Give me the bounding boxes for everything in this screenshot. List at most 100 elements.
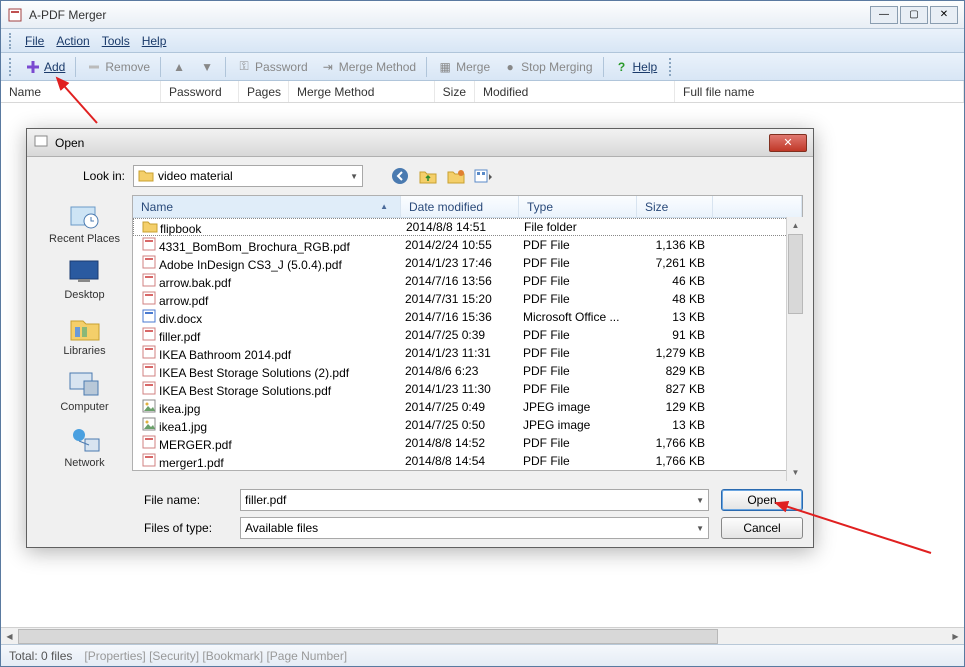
files-of-type-combo[interactable]: Available files ▼ — [240, 517, 709, 539]
col-modified[interactable]: Modified — [475, 81, 675, 102]
file-name-combo[interactable]: filler.pdf ▼ — [240, 489, 709, 511]
col-password[interactable]: Password — [161, 81, 239, 102]
file-list[interactable]: flipbook2014/8/8 14:51File folder4331_Bo… — [133, 218, 802, 470]
close-button[interactable]: ✕ — [930, 6, 958, 24]
merge-icon: ▦ — [437, 59, 453, 75]
separator — [426, 57, 427, 77]
move-up-button[interactable]: ▲ — [167, 57, 191, 77]
scroll-up-icon[interactable]: ▲ — [787, 217, 804, 234]
folder-icon — [142, 219, 158, 233]
header-type[interactable]: Type — [519, 196, 637, 217]
doc-icon — [141, 309, 157, 323]
vertical-scrollbar[interactable]: ▲ ▼ — [786, 217, 803, 481]
maximize-button[interactable]: ▢ — [900, 6, 928, 24]
dialog-close-button[interactable]: ✕ — [769, 134, 807, 152]
file-row[interactable]: filler.pdf2014/7/25 0:39PDF File91 KB — [133, 326, 802, 344]
bottom-fields: File name: filler.pdf ▼ Files of type: A… — [144, 489, 709, 539]
remove-button[interactable]: Remove — [82, 57, 154, 77]
toolbar: Add Remove ▲ ▼ ⚿ Password ⇥ Merge Method… — [1, 53, 964, 81]
look-in-dropdown[interactable]: video material ▼ — [133, 165, 363, 187]
file-row[interactable]: IKEA Best Storage Solutions (2).pdf2014/… — [133, 362, 802, 380]
up-folder-button[interactable] — [417, 165, 439, 187]
merge-button[interactable]: ▦ Merge — [433, 57, 494, 77]
password-button[interactable]: ⚿ Password — [232, 57, 312, 77]
titlebar: A-PDF Merger — ▢ ✕ — [1, 1, 964, 29]
file-row[interactable]: flipbook2014/8/8 14:51File folder — [133, 218, 802, 236]
file-row[interactable]: div.docx2014/7/16 15:36Microsoft Office … — [133, 308, 802, 326]
file-row[interactable]: IKEA Best Storage Solutions.pdf2014/1/23… — [133, 380, 802, 398]
file-row[interactable]: IKEA Bathroom 2014.pdf2014/1/23 11:31PDF… — [133, 344, 802, 362]
look-in-row: Look in: video material ▼ — [37, 165, 803, 187]
col-full-file-name[interactable]: Full file name — [675, 81, 964, 102]
stop-merging-button[interactable]: ● Stop Merging — [498, 57, 596, 77]
img-icon — [141, 417, 157, 431]
back-button[interactable] — [389, 165, 411, 187]
place-computer[interactable]: Computer — [58, 367, 110, 415]
pdf-icon — [141, 363, 157, 377]
place-recent[interactable]: Recent Places — [47, 199, 122, 247]
libraries-icon — [67, 313, 103, 343]
col-size[interactable]: Size — [435, 81, 475, 102]
file-row[interactable]: ikea1.jpg2014/7/25 0:50JPEG image13 KB — [133, 416, 802, 434]
file-row[interactable]: arrow.pdf2014/7/31 15:20PDF File48 KB — [133, 290, 802, 308]
new-folder-button[interactable] — [445, 165, 467, 187]
file-row[interactable]: arrow.bak.pdf2014/7/16 13:56PDF File46 K… — [133, 272, 802, 290]
pdf-icon — [141, 273, 157, 287]
menu-file[interactable]: File — [19, 32, 50, 50]
scroll-left-icon[interactable]: ◀ — [1, 628, 18, 645]
dialog-body: Look in: video material ▼ Recent Places — [27, 157, 813, 547]
view-menu-button[interactable] — [473, 165, 495, 187]
scroll-down-icon[interactable]: ▼ — [787, 464, 804, 481]
place-desktop[interactable]: Desktop — [62, 255, 106, 303]
place-network[interactable]: Network — [62, 423, 106, 471]
header-size[interactable]: Size — [637, 196, 713, 217]
scroll-right-icon[interactable]: ▶ — [947, 628, 964, 645]
places-bar: Recent Places Desktop Libraries Computer… — [37, 195, 132, 481]
file-row[interactable]: 4331_BomBom_Brochura_RGB.pdf2014/2/24 10… — [133, 236, 802, 254]
col-name[interactable]: Name — [1, 81, 161, 102]
add-button[interactable]: Add — [21, 57, 69, 77]
file-row[interactable]: MERGER.pdf2014/8/8 14:52PDF File1,766 KB — [133, 434, 802, 452]
merge-method-button[interactable]: ⇥ Merge Method — [316, 57, 420, 77]
bottom-rows: File name: filler.pdf ▼ Files of type: A… — [37, 489, 803, 539]
menu-action[interactable]: Action — [50, 32, 95, 50]
scroll-thumb[interactable] — [788, 234, 803, 314]
folder-icon — [138, 168, 154, 185]
file-row[interactable]: merger1.pdf2014/8/8 14:54PDF File1,766 K… — [133, 452, 802, 470]
scroll-thumb[interactable] — [18, 629, 718, 644]
pdf-icon — [141, 453, 157, 467]
desktop-icon — [66, 257, 102, 287]
col-merge-method[interactable]: Merge Method — [289, 81, 435, 102]
file-row[interactable]: ikea.jpg2014/7/25 0:49JPEG image129 KB — [133, 398, 802, 416]
file-name-row: File name: filler.pdf ▼ — [144, 489, 709, 511]
header-name[interactable]: Name▲ — [133, 196, 401, 217]
app-icon — [7, 7, 23, 23]
grip-icon — [9, 33, 13, 49]
pdf-icon — [141, 255, 157, 269]
file-row[interactable]: Adobe InDesign CS3_J (5.0.4).pdf2014/1/2… — [133, 254, 802, 272]
help-button[interactable]: ? Help — [610, 57, 662, 77]
grip-icon — [669, 58, 673, 76]
menu-tools[interactable]: Tools — [96, 32, 136, 50]
open-dialog: Open ✕ Look in: video material ▼ Recent … — [26, 128, 814, 548]
recent-icon — [67, 201, 103, 231]
pdf-icon — [141, 381, 157, 395]
header-date[interactable]: Date modified — [401, 196, 519, 217]
dialog-icon — [33, 133, 49, 152]
cancel-button[interactable]: Cancel — [721, 517, 803, 539]
img-icon — [141, 399, 157, 413]
merge-method-icon: ⇥ — [320, 59, 336, 75]
pdf-icon — [141, 327, 157, 341]
pdf-icon — [141, 435, 157, 449]
status-tabs: [Properties] [Security] [Bookmark] [Page… — [84, 649, 347, 663]
menu-help[interactable]: Help — [136, 32, 173, 50]
minimize-button[interactable]: — — [870, 6, 898, 24]
col-pages[interactable]: Pages — [239, 81, 289, 102]
look-in-label: Look in: — [37, 169, 125, 183]
open-button[interactable]: Open — [721, 489, 803, 511]
horizontal-scrollbar[interactable]: ◀ ▶ — [1, 627, 964, 644]
file-list-header: Name▲ Date modified Type Size — [133, 196, 802, 218]
move-down-button[interactable]: ▼ — [195, 57, 219, 77]
place-libraries[interactable]: Libraries — [61, 311, 107, 359]
file-name-value: filler.pdf — [245, 493, 286, 507]
